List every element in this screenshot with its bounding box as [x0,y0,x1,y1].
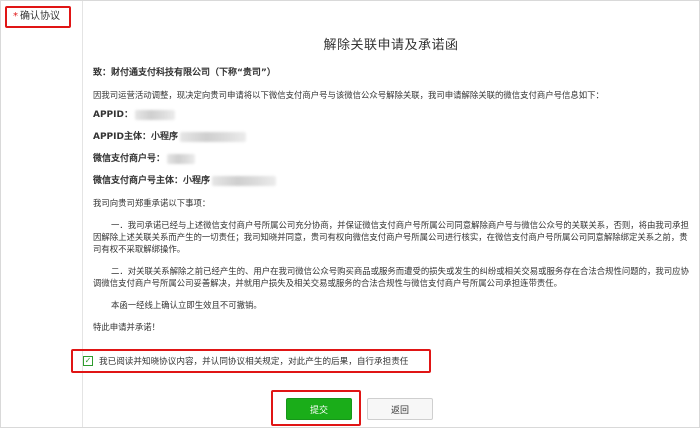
document-body: 致：财付通支付科技有限公司（下称“贵司”） 因我司运营活动调整，现决定向贵司申请… [93,67,691,341]
commitment-intro: 我司向贵司郑重承诺以下事项： [93,198,211,208]
redacted-value [167,154,196,164]
intro-paragraph: 因我司运营活动调整，现决定向贵司申请将以下微信支付商户号与该微信公众号解除关联，… [93,90,604,100]
document-title: 解除关联申请及承诺函 [323,38,459,53]
field-appid-owner-label: APPID主体：小程序 [93,132,178,142]
closing-statement: 特此申请并承诺！ [93,322,160,332]
agreement-checkbox-label: 我已阅读并知晓协议内容，并认同协议相关规定，对此产生的后果，自行承担责任 [99,357,409,367]
confirm-agreement-text: 确认协议 [20,11,60,22]
clause-1: 一．我司承诺已经与上述微信支付商户号所属公司充分协商，并保证微信支付商户号所属公… [93,220,689,254]
back-button[interactable]: 返回 [367,398,433,420]
redacted-value [134,110,175,120]
required-mark: * [13,11,18,22]
addressee: 致：财付通支付科技有限公司（下称“贵司”） [93,68,276,78]
agreement-checkbox[interactable]: ✓ [83,356,93,366]
field-appid-owner: APPID主体：小程序 [93,131,691,143]
field-merchant-owner-label: 微信支付商户号主体：小程序 [93,176,211,186]
field-appid: APPID： [93,109,691,121]
effective-statement: 本函一经线上确认立即生效且不可撤销。 [111,300,262,310]
redacted-value [212,176,277,186]
submit-button[interactable]: 提交 [286,398,352,420]
field-merchant-id: 微信支付商户号： [93,153,691,165]
field-appid-label: APPID： [93,110,133,120]
field-merchant-id-label: 微信支付商户号： [93,154,166,164]
agreement-checkbox-row[interactable]: ✓ 我已阅读并知晓协议内容，并认同协议相关规定，对此产生的后果，自行承担责任 [71,349,431,373]
confirm-agreement-label: * 确认协议 [5,6,71,28]
redacted-value [179,132,246,142]
field-merchant-owner: 微信支付商户号主体：小程序 [93,175,691,187]
clause-2: 二．对关联关系解除之前已经产生的、用户在我司微信公众号购买商品或服务而遭受的损失… [93,266,689,288]
agreement-page: * 确认协议 解除关联申请及承诺函 致：财付通支付科技有限公司（下称“贵司”） 因… [0,0,700,428]
